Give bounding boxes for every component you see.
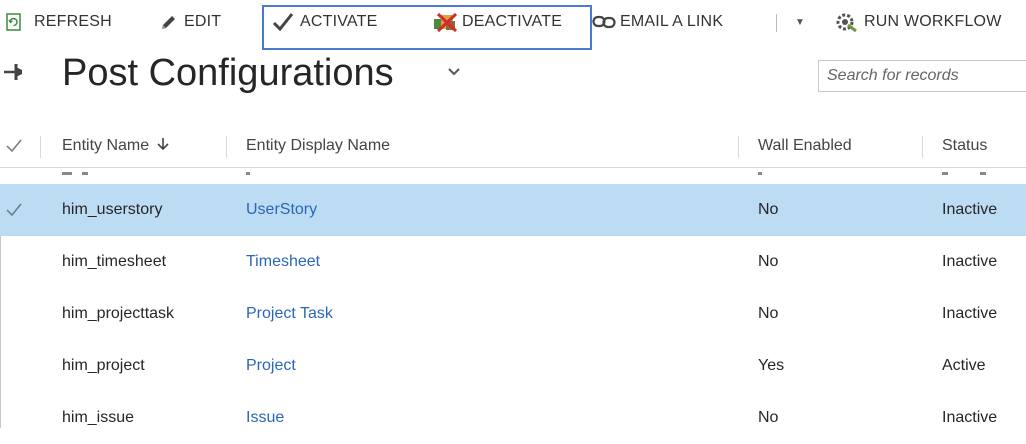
edit-button[interactable]: EDIT [160, 0, 221, 44]
column-divider [922, 136, 923, 158]
cell-wall-enabled: No [758, 253, 779, 270]
page-title: Post Configurations [62, 52, 394, 94]
cell-display-name-link[interactable]: Issue [246, 392, 284, 444]
column-header-wall-enabled[interactable]: Wall Enabled [758, 124, 852, 168]
table-row[interactable]: him_projecttask Project Task No Inactive [0, 288, 1026, 340]
deactivate-button[interactable]: DEACTIVATE [432, 0, 562, 44]
email-link-button[interactable]: EMAIL A LINK [592, 0, 723, 44]
link-icon [592, 15, 616, 29]
column-divider [226, 136, 227, 158]
cell-display-name-link[interactable]: UserStory [246, 184, 317, 236]
pencil-icon [160, 13, 178, 31]
view-header: Post Configurations [0, 52, 1026, 106]
cell-entity-name: him_issue [62, 409, 135, 426]
cell-display-name-link[interactable]: Timesheet [246, 236, 320, 288]
cell-entity-name: him_timesheet [62, 253, 167, 270]
column-label: Status [942, 137, 988, 154]
cell-display-name-link[interactable]: Project Task [246, 288, 333, 340]
pin-icon[interactable] [2, 60, 26, 89]
workflow-icon [834, 11, 858, 33]
caret-down-icon: ▼ [795, 16, 805, 28]
cell-status: Inactive [942, 305, 998, 322]
deactivate-icon [432, 11, 460, 33]
cell-wall-enabled: No [758, 201, 779, 218]
email-link-label: EMAIL A LINK [620, 13, 724, 30]
checkmark-icon [272, 12, 294, 32]
table-row[interactable]: him_issue Issue No Inactive [0, 392, 1026, 444]
run-workflow-button[interactable]: RUN WORKFLOW [834, 0, 1002, 44]
column-divider [40, 136, 41, 158]
cell-status: Inactive [942, 201, 998, 218]
more-commands-dropdown[interactable]: ▼ [795, 0, 805, 44]
cell-wall-enabled: No [758, 409, 779, 426]
column-label: Entity Name [62, 137, 150, 154]
edit-label: EDIT [184, 13, 222, 30]
column-header-entity-name[interactable]: Entity Name [62, 124, 169, 168]
cell-entity-name: him_userstory [62, 201, 163, 218]
column-header-status[interactable]: Status [942, 124, 987, 168]
deactivate-label: DEACTIVATE [462, 13, 563, 30]
cell-display-name-link[interactable]: Project [246, 340, 296, 392]
cell-entity-name: him_projecttask [62, 305, 175, 322]
grid-header: Entity Name Entity Display Name Wall Ena… [0, 124, 1026, 168]
cell-entity-name: him_project [62, 357, 145, 374]
column-divider [738, 136, 739, 158]
column-label: Wall Enabled [758, 137, 852, 154]
cell-wall-enabled: No [758, 305, 779, 322]
refresh-button[interactable]: REFRESH [6, 0, 112, 44]
select-all-checkmark-icon[interactable] [6, 124, 22, 168]
table-row[interactable]: him_userstory UserStory No Inactive [0, 184, 1026, 236]
refresh-label: REFRESH [34, 13, 112, 30]
column-label: Entity Display Name [246, 137, 391, 154]
view-selector-chevron-icon[interactable] [446, 64, 462, 85]
activate-button[interactable]: ACTIVATE [272, 0, 377, 44]
table-row[interactable]: him_timesheet Timesheet No Inactive [0, 236, 1026, 288]
activate-label: ACTIVATE [300, 13, 378, 30]
cell-status: Inactive [942, 409, 998, 426]
scrolled-row-remnant [0, 169, 1026, 179]
toolbar-divider [776, 14, 777, 32]
search-box [818, 60, 1026, 92]
column-header-entity-display-name[interactable]: Entity Display Name [246, 124, 390, 168]
text-fragment [62, 172, 986, 175]
table-row[interactable]: him_project Project Yes Active [0, 340, 1026, 392]
cell-wall-enabled: Yes [758, 357, 785, 374]
row-checkmark-icon[interactable] [6, 184, 22, 236]
search-input[interactable] [819, 61, 1026, 91]
cell-status: Inactive [942, 253, 998, 270]
command-bar: REFRESH EDIT ACTIVATE DEACTIVATE EMAIL A… [0, 0, 1026, 50]
run-workflow-label: RUN WORKFLOW [864, 13, 1002, 30]
cell-status: Active [942, 357, 986, 374]
sort-descending-icon [157, 137, 169, 156]
refresh-icon [6, 13, 22, 31]
